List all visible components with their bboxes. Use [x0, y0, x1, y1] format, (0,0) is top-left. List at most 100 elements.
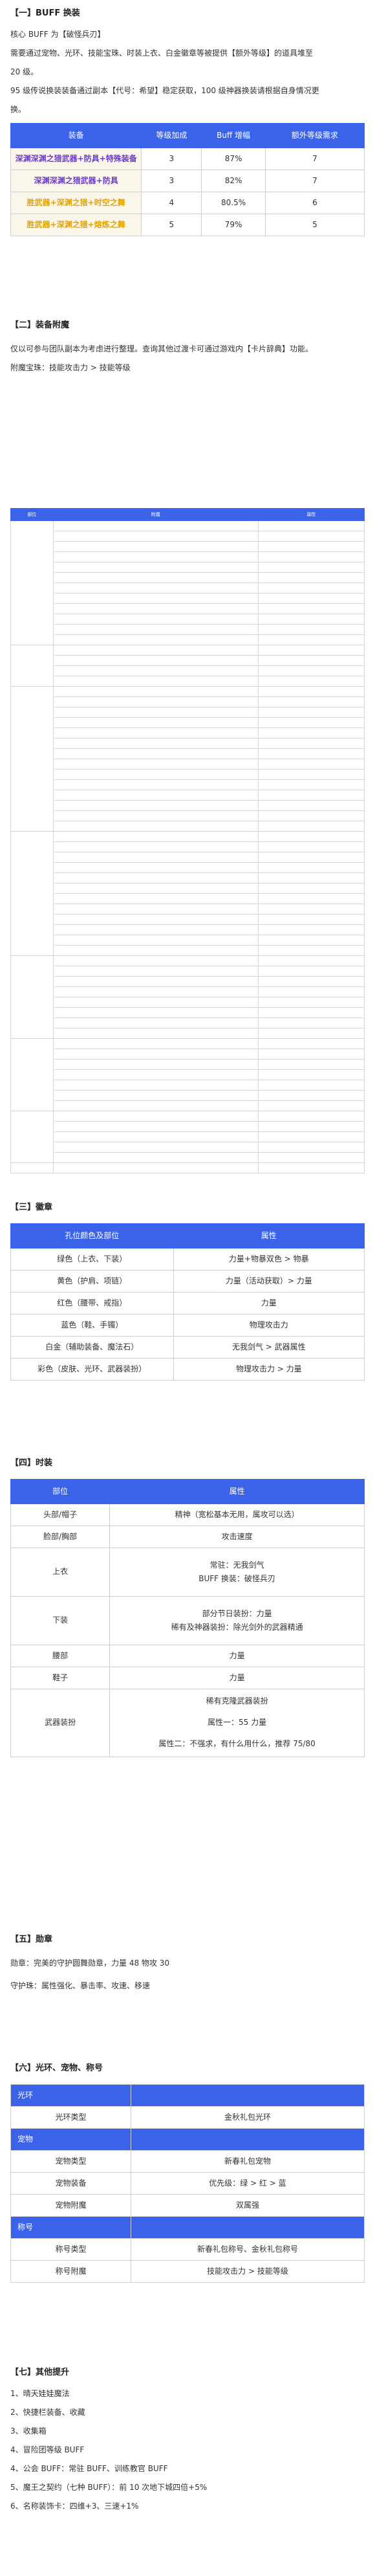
table-cell: 胜武器+深渊之猎+时空之舞: [10, 191, 142, 214]
table-cell: [52, 935, 259, 946]
table-cell: [257, 541, 365, 553]
table-cell: [52, 1131, 259, 1143]
table-row: [11, 1152, 365, 1164]
table-header: 属性: [173, 1223, 365, 1249]
table-cell: [257, 976, 365, 988]
table-header: 等级加成: [141, 122, 202, 148]
table-cell: 彩色（皮肤、光环、武器装扮）: [10, 1357, 174, 1381]
table-row: [11, 800, 365, 812]
table-cell: [52, 1069, 259, 1081]
table-row: [11, 665, 365, 677]
table-cell: [257, 696, 365, 708]
table-cell: [257, 717, 365, 729]
table-cell: [257, 986, 365, 998]
list-item: 4、公会 BUFF：常驻 BUFF、训练教官 BUFF: [10, 2463, 168, 2473]
table-cell: [52, 727, 259, 739]
table-row: [11, 551, 365, 563]
table-cell: [257, 1131, 365, 1143]
table-cell: [257, 665, 365, 677]
table-cell: 新春礼包称号、金秋礼包称号: [130, 2237, 365, 2261]
group-label: [10, 645, 54, 687]
table-cell: 部分节日装扮：力量 稀有及神器装扮：除光剑外的武器精通: [109, 1595, 365, 1645]
section-avatar: 【四】时装 部位 属性 头部/帽子 精神（宽松基本无用，属攻可以选） 脸部/胸部攻…: [10, 1456, 365, 1757]
table-cell: [52, 769, 259, 781]
table-row: [11, 945, 365, 957]
table-cell: [52, 852, 259, 863]
table-cell: 鞋子: [10, 1666, 111, 1689]
table-cell: [257, 1038, 365, 1050]
table-cell: [52, 520, 259, 532]
table-cell: [257, 1080, 365, 1091]
table-cell: [52, 1080, 259, 1091]
table-row: 白金（辅助装备、魔法石） 无我剑气 > 武器属性: [10, 1335, 365, 1359]
table-cell: [257, 727, 365, 739]
table-row: [11, 1007, 365, 1019]
table-cell: 技能攻击力 > 技能等级: [130, 2260, 365, 2283]
section-title: 【三】徽章: [10, 1203, 53, 1212]
table-row: 头部/帽子 精神（宽松基本无用，属攻可以选）: [10, 1503, 365, 1526]
table-cell: [52, 645, 259, 656]
table-cell: 腰部: [10, 1644, 111, 1667]
table-cell: [257, 1007, 365, 1019]
table-cell: [52, 966, 259, 977]
section-enchant: 【二】装备附魔 仅以可参与团队副本为考虑进行整理。查询其他过渡卡可通过游戏内【卡…: [10, 318, 365, 375]
table-row: [11, 583, 365, 594]
table-cell: 称号附魔: [10, 2260, 131, 2283]
table-row: 彩色（皮肤、光环、武器装扮） 物理攻击力 > 力量: [10, 1357, 365, 1381]
table-cell: [52, 1152, 259, 1164]
table-row: [10, 955, 365, 1039]
table-cell: [52, 1007, 259, 1019]
table-row: 脸部/胸部 攻击速度: [10, 1525, 365, 1548]
table-cell: [52, 1100, 259, 1112]
table-row: [11, 593, 365, 605]
table-cell: [257, 1017, 365, 1029]
buff-table: 装备 等级加成 Buff 增幅 额外等级需求 深渊深渊之猎武器+防具+特殊装备 …: [10, 122, 365, 236]
table-row: [10, 520, 365, 646]
table-cell: [52, 551, 259, 563]
table-cell: [257, 707, 365, 718]
table-cell: 7: [264, 147, 365, 170]
table-cell: [52, 603, 259, 615]
avatar-table: 部位 属性 头部/帽子 精神（宽松基本无用，属攻可以选） 脸部/胸部 攻击速度 上衣…: [10, 1478, 365, 1757]
table-cell: [257, 904, 365, 915]
section-title: 【一】BUFF 换装: [10, 8, 80, 18]
table-cell: [52, 945, 259, 957]
band-row: 宠物: [10, 2127, 365, 2151]
table-cell: 深渊深渊之猎武器+防具: [10, 169, 142, 192]
table-row: [11, 541, 365, 553]
table-cell: [257, 1121, 365, 1133]
table-row: [11, 1059, 365, 1071]
list-item: 4、冒险团等级 BUFF: [10, 2445, 85, 2454]
attr-line: 常驻：无我剑气: [209, 1560, 264, 1570]
table-cell: 白金（辅助装备、魔法石）: [10, 1335, 174, 1359]
list-item: 2、快捷栏装备、收藏: [10, 2407, 85, 2417]
table-cell: [52, 779, 259, 791]
table-row: 宠物类型 新春礼包宠物: [10, 2149, 365, 2173]
band-fill: [130, 2127, 365, 2151]
table-row: [11, 966, 365, 977]
table-cell: [257, 893, 365, 905]
table-cell: [52, 531, 259, 542]
table-cell: [257, 531, 365, 542]
band-fill: [130, 2083, 365, 2107]
table-row: 深渊深渊之猎武器+防具 3 82% 7: [10, 169, 365, 192]
group-label: [10, 1162, 54, 1174]
table-cell: [52, 810, 259, 822]
table-row: [11, 759, 365, 770]
table-row: [11, 935, 365, 946]
table-row: [11, 562, 365, 573]
table-row: [11, 914, 365, 926]
list-item: 6、名称装饰卡：四维+3、三速+1%: [10, 2501, 139, 2511]
table-cell: [52, 800, 259, 812]
band-label: 称号: [10, 2215, 131, 2239]
table-cell: 光环类型: [10, 2105, 131, 2129]
table-cell: 双属强: [130, 2193, 365, 2217]
table-cell: [257, 593, 365, 605]
table-row: [11, 904, 365, 915]
section-title: 【二】装备附魔: [10, 320, 70, 330]
table-cell: [52, 862, 259, 874]
table-cell: 力量（活动获取）> 力量: [173, 1269, 365, 1293]
aura-pet-title-table: 光环 光环类型 金秋礼包光环 宠物 宠物类型 新春礼包宠物 宠物装备 优先级：绿 > …: [10, 2083, 365, 2283]
table-cell: 新春礼包宠物: [130, 2149, 365, 2173]
table-cell: [52, 955, 259, 967]
